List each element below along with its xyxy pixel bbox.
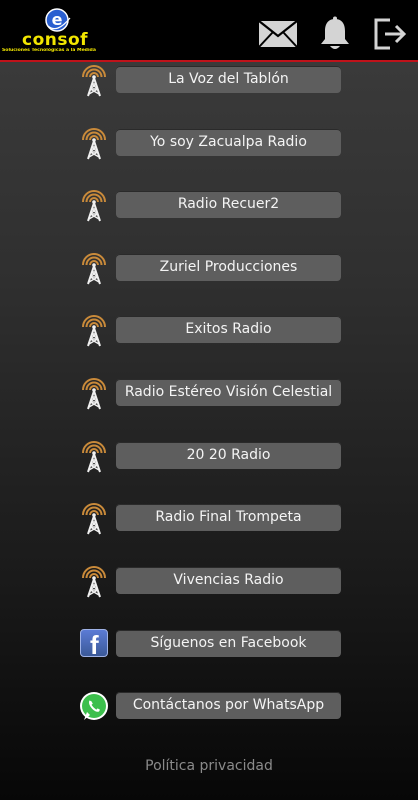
radio-tower-icon[interactable] [79, 63, 109, 97]
privacy-policy-link[interactable]: Política privacidad [0, 758, 418, 774]
whatsapp-icon[interactable] [79, 690, 109, 724]
radio-tower-icon[interactable] [79, 376, 109, 410]
logo-wordmark: consof [22, 30, 89, 50]
logo-tagline: Soluciones Tecnológicas a la Medida [2, 48, 96, 53]
radio-tower-icon[interactable] [79, 126, 109, 160]
station-button[interactable]: Radio Final Trompeta [116, 504, 341, 531]
mail-icon[interactable] [258, 20, 298, 48]
radio-tower-icon[interactable] [79, 188, 109, 222]
bell-icon[interactable] [318, 16, 352, 52]
station-button[interactable]: La Voz del Tablón [116, 66, 341, 93]
station-row[interactable]: Vivencias Radio [0, 564, 418, 598]
radio-tower-icon[interactable] [79, 564, 109, 598]
station-row[interactable]: Radio Estéreo Visión Celestial [0, 376, 418, 410]
radio-tower-icon[interactable] [79, 439, 109, 473]
station-row[interactable]: Exitos Radio [0, 313, 418, 347]
station-list [0, 62, 418, 800]
station-row[interactable]: La Voz del Tablón [0, 63, 418, 97]
app-header: e consof Soluciones Tecnológicas a la Me… [0, 0, 418, 62]
station-button[interactable]: 20 20 Radio [116, 442, 341, 469]
station-button[interactable]: Vivencias Radio [116, 567, 341, 594]
facebook-button[interactable]: Síguenos en Facebook [116, 630, 341, 657]
station-row[interactable]: Radio Final Trompeta [0, 501, 418, 535]
station-button[interactable]: Exitos Radio [116, 316, 341, 343]
svg-text:e: e [52, 10, 63, 29]
station-row[interactable]: 20 20 Radio [0, 439, 418, 473]
radio-tower-icon[interactable] [79, 501, 109, 535]
facebook-icon[interactable]: f [80, 629, 108, 657]
whatsapp-row[interactable]: Contáctanos por WhatsApp [0, 692, 418, 720]
station-button[interactable]: Radio Estéreo Visión Celestial [116, 379, 341, 406]
logout-icon[interactable] [372, 17, 408, 51]
station-row[interactable]: Zuriel Producciones [0, 251, 418, 285]
station-button[interactable]: Yo soy Zacualpa Radio [116, 129, 341, 156]
station-button[interactable]: Zuriel Producciones [116, 254, 341, 281]
station-row[interactable]: Radio Recuer2 [0, 188, 418, 222]
facebook-row[interactable]: f Síguenos en Facebook [0, 629, 418, 658]
consof-logo: e consof Soluciones Tecnológicas a la Me… [2, 6, 117, 58]
whatsapp-button[interactable]: Contáctanos por WhatsApp [116, 692, 341, 719]
radio-tower-icon[interactable] [79, 313, 109, 347]
radio-tower-icon[interactable] [79, 251, 109, 285]
station-row[interactable]: Yo soy Zacualpa Radio [0, 126, 418, 160]
station-button[interactable]: Radio Recuer2 [116, 191, 341, 218]
